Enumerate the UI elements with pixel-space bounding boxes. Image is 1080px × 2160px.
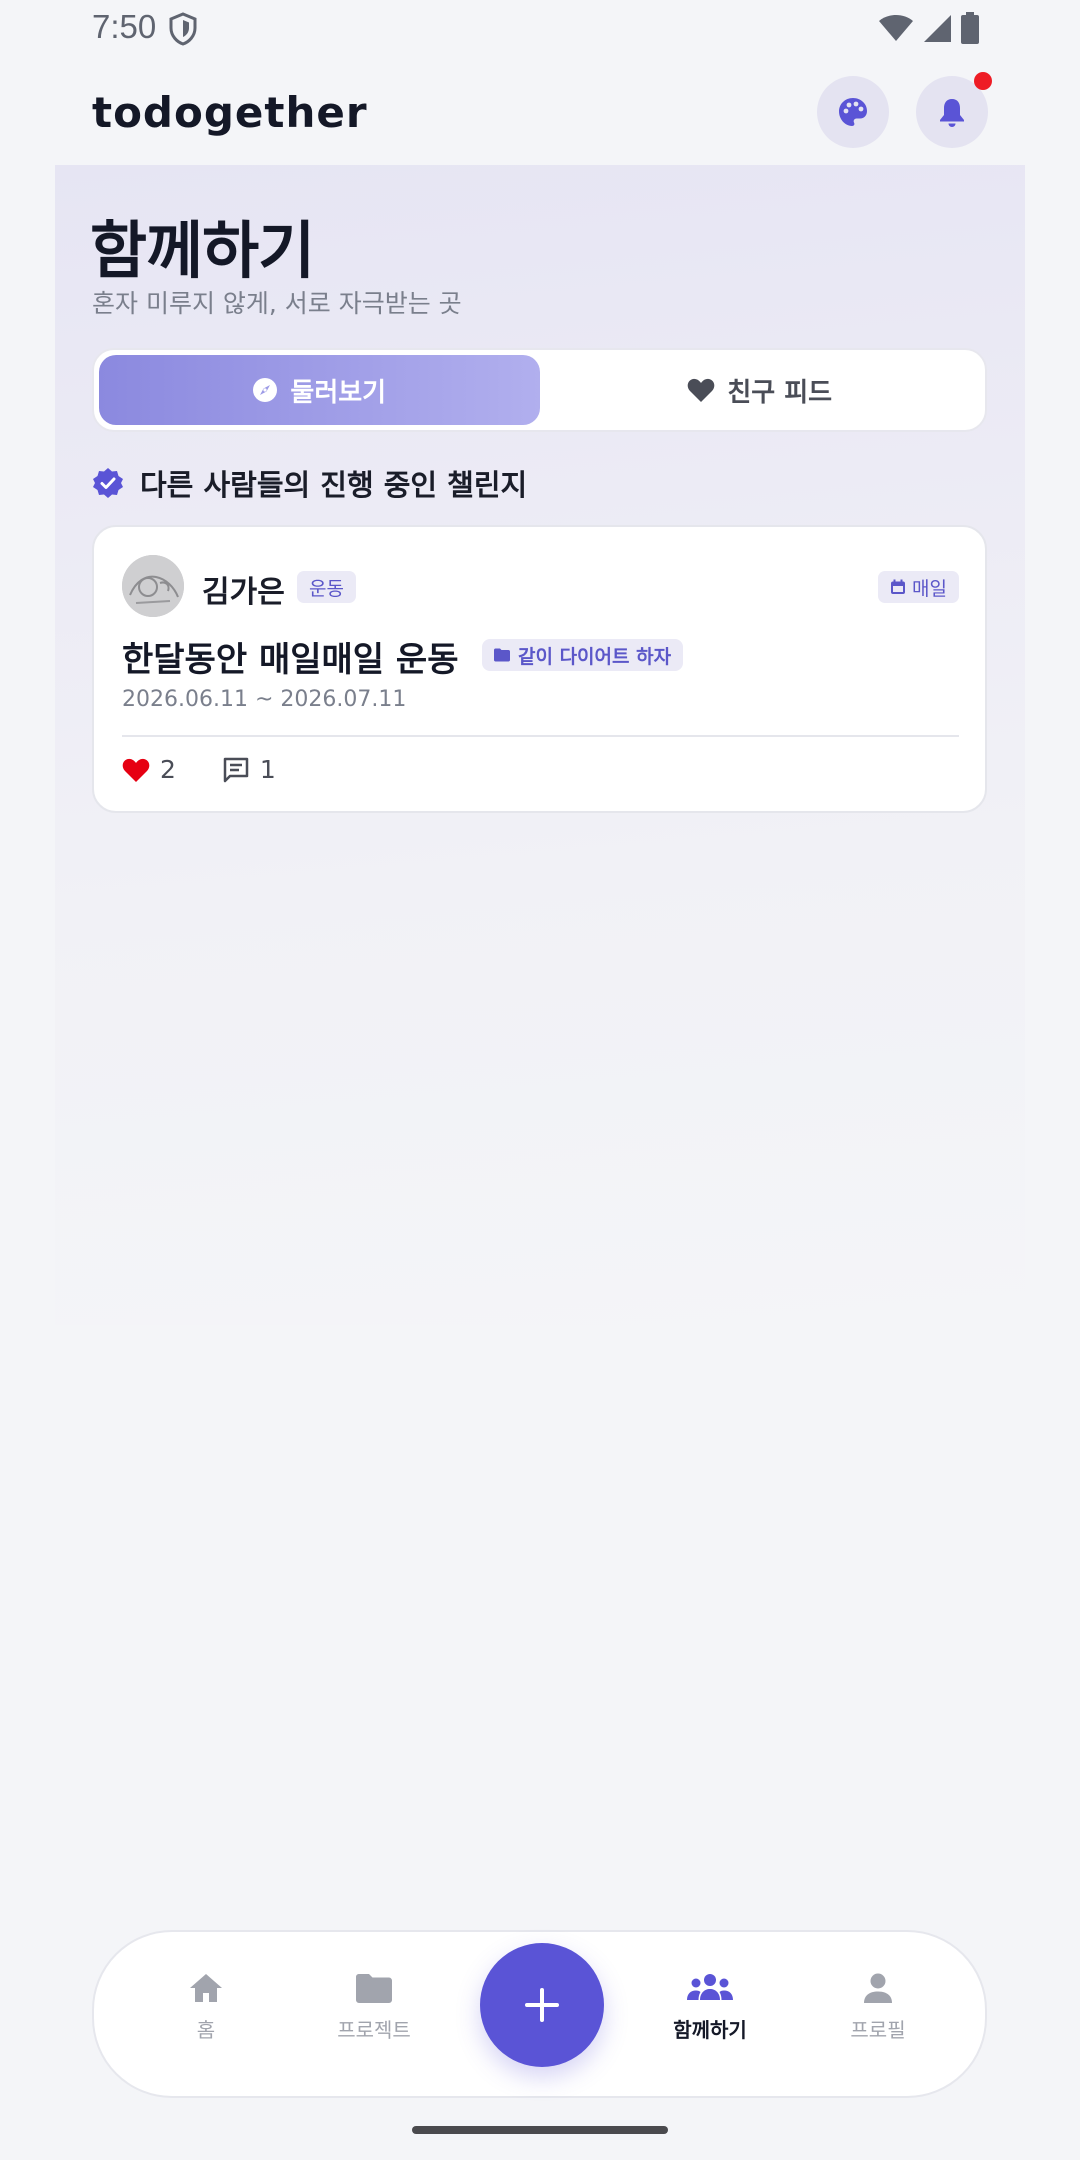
card-divider	[122, 735, 959, 737]
comment-icon	[223, 757, 249, 782]
page-subtitle: 혼자 미루지 않게, 서로 자극받는 곳	[92, 289, 462, 318]
challenge-card[interactable]: 김가은 운동 매일 한달동안 매일매일 운동 같이 다이어트 하자 2026.0…	[92, 525, 987, 813]
section-label: 다른 사람들의 진행 중인 챌린지	[140, 468, 528, 502]
battery-icon	[961, 12, 979, 44]
notification-dot	[974, 72, 992, 90]
heart-filled-icon	[122, 758, 150, 782]
plus-icon	[525, 1988, 559, 2022]
like-count: 2	[160, 755, 176, 784]
home-icon	[190, 1974, 222, 2002]
compass-icon	[253, 378, 278, 402]
add-button[interactable]	[480, 1943, 604, 2067]
nav-profile-label: 프로필	[850, 2018, 906, 2042]
avatar[interactable]	[122, 555, 184, 617]
wifi-icon	[879, 15, 913, 41]
tab-explore-label: 둘러보기	[290, 377, 387, 408]
nav-home[interactable]: 홈	[136, 1972, 276, 2043]
project-tag-label: 같이 다이어트 하자	[518, 645, 672, 668]
tab-friend-feed[interactable]: 친구 피드	[540, 355, 981, 425]
project-tag[interactable]: 같이 다이어트 하자	[482, 639, 684, 671]
person-icon	[864, 1973, 892, 2003]
comment-count: 1	[259, 755, 276, 784]
heart-icon	[688, 378, 715, 402]
group-icon	[687, 1974, 733, 2000]
nav-projects-label: 프로젝트	[337, 2018, 411, 2042]
app-logo: todogether	[92, 88, 368, 137]
frequency-label: 매일	[912, 577, 947, 600]
section-header: 다른 사람들의 진행 중인 챌린지	[92, 462, 527, 504]
nav-home-label: 홈	[196, 2018, 216, 2042]
category-badge: 운동	[297, 571, 356, 603]
cellular-icon	[924, 15, 951, 42]
status-time: 7:50	[92, 8, 157, 45]
challenge-stats: 2 1	[122, 755, 276, 784]
challenge-author: 김가은	[202, 575, 285, 610]
app-bar: todogether	[0, 70, 1080, 185]
challenge-dates: 2026.06.11 ~ 2026.07.11	[122, 687, 407, 712]
feed-tabs: 둘러보기 친구 피드	[92, 348, 987, 432]
home-indicator[interactable]	[412, 2126, 668, 2134]
folder-icon	[356, 1974, 392, 2003]
comment-button[interactable]: 1	[222, 755, 276, 784]
status-bar: 7:50	[0, 0, 1080, 60]
calendar-icon	[891, 579, 906, 594]
page-title: 함께하기	[90, 214, 315, 287]
nav-together[interactable]: 함께하기	[640, 1972, 780, 2043]
palette-icon	[839, 98, 867, 126]
folder-icon	[494, 648, 510, 662]
tab-friend-feed-label: 친구 피드	[727, 377, 833, 408]
theme-button[interactable]	[817, 76, 889, 148]
nav-together-label: 함께하기	[673, 2018, 747, 2042]
nav-profile[interactable]: 프로필	[808, 1972, 948, 2043]
challenge-title: 한달동안 매일매일 운동	[122, 640, 459, 680]
bell-icon	[940, 99, 964, 127]
shield-icon	[168, 12, 198, 46]
system-icons	[878, 12, 980, 44]
like-button[interactable]: 2	[122, 755, 176, 784]
frequency-badge: 매일	[878, 571, 959, 603]
tab-explore[interactable]: 둘러보기	[99, 355, 540, 425]
nav-projects[interactable]: 프로젝트	[304, 1972, 444, 2043]
verified-badge-icon	[93, 468, 123, 498]
